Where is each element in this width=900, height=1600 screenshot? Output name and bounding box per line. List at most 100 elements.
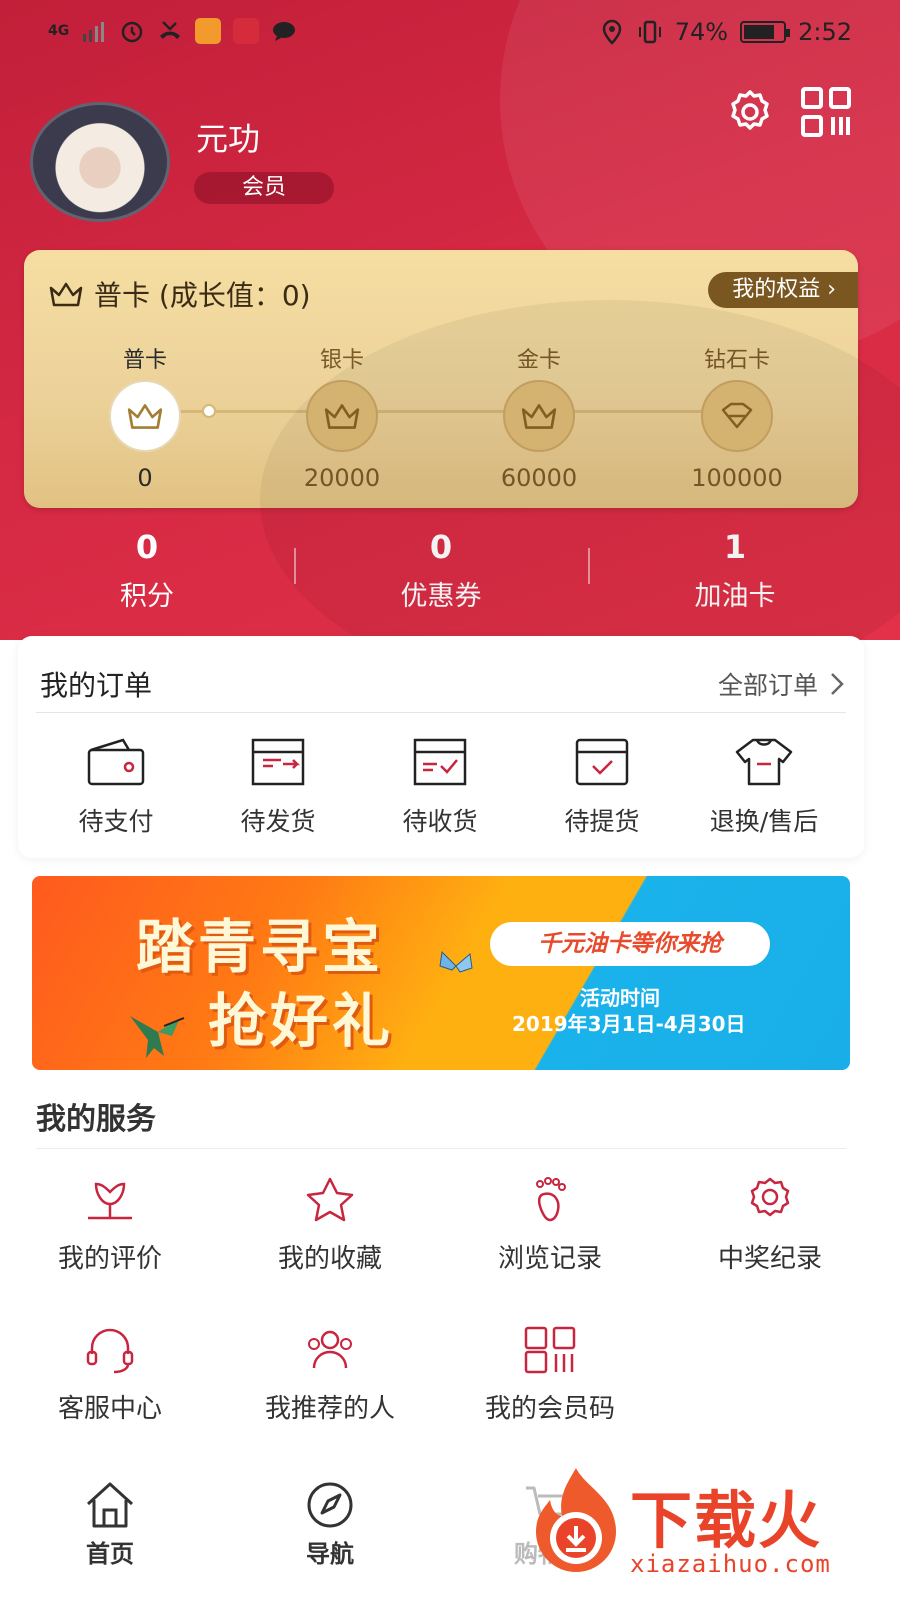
- level-gold: 金卡 60000: [474, 342, 604, 492]
- avatar[interactable]: [30, 102, 170, 222]
- clock-time: 2:52: [798, 18, 852, 46]
- service-member-code[interactable]: 我的会员码: [450, 1326, 650, 1425]
- service-label: 我的收藏: [277, 1244, 382, 1274]
- divider: [36, 1148, 846, 1149]
- banner-subtitle: 活动时间: [580, 986, 660, 1010]
- membership-level-card[interactable]: 普卡 (成长值：0) 我的权益 › 普卡 0 银卡 20000 金卡 60000: [24, 250, 858, 508]
- my-rights-button[interactable]: 我的权益 ›: [708, 272, 858, 308]
- alarm-icon: [121, 21, 143, 43]
- level-threshold: 100000: [691, 464, 783, 492]
- level-diamond: 钻石卡 100000: [672, 342, 802, 492]
- level-threshold: 20000: [303, 464, 381, 492]
- status-bar: 4G 74% 2:52: [0, 0, 900, 64]
- order-after-sales[interactable]: 退换/售后: [684, 736, 844, 838]
- nav-label: 导航: [306, 1540, 354, 1568]
- order-pending-receipt[interactable]: 待收货: [360, 736, 520, 838]
- fuel-card-value: 1: [723, 528, 747, 566]
- flame-logo-icon: [536, 1468, 616, 1572]
- qr-scan-icon[interactable]: [800, 86, 852, 138]
- star-icon: [306, 1177, 354, 1222]
- divider: [36, 712, 846, 713]
- order-pending-pickup[interactable]: 待提货: [522, 736, 682, 838]
- service-my-referrals[interactable]: 我推荐的人: [230, 1326, 430, 1425]
- level-title: 普卡 (成长值：0): [94, 279, 311, 312]
- order-label: 待发货: [240, 807, 316, 836]
- app-notification-icon-2: [233, 18, 260, 44]
- award-icon: [750, 1177, 790, 1217]
- orders-title: 我的订单: [40, 669, 153, 702]
- service-label: 我推荐的人: [264, 1394, 395, 1424]
- stat-divider: [588, 548, 590, 584]
- service-label: 中奖纪录: [717, 1244, 822, 1274]
- service-my-favorites[interactable]: 我的收藏: [230, 1176, 430, 1275]
- ship-box-icon: [251, 738, 305, 786]
- points-value: 0: [135, 528, 159, 566]
- level-name: 普卡: [122, 348, 167, 373]
- diamond-icon: [701, 380, 773, 452]
- level-name: 银卡: [319, 348, 364, 373]
- footprint-icon: [536, 1177, 566, 1222]
- hummingbird-icon: [130, 1016, 185, 1058]
- stat-divider: [294, 548, 296, 584]
- crown-icon: [49, 282, 83, 307]
- watermark: 下载火 xiazaihuo.com: [518, 1452, 900, 1600]
- people-icon: [308, 1330, 352, 1369]
- battery-percent: 74%: [674, 18, 729, 46]
- service-label: 客服中心: [57, 1394, 162, 1424]
- butterfly-icon: [439, 950, 473, 973]
- watermark-url: xiazaihuo.com: [630, 1550, 831, 1578]
- service-my-reviews[interactable]: 我的评价: [10, 1176, 210, 1275]
- all-orders-link[interactable]: 全部订单: [718, 666, 844, 702]
- flower-icon: [88, 1182, 132, 1220]
- crown-icon: [109, 380, 181, 452]
- receive-box-icon: [413, 738, 467, 786]
- level-threshold: 60000: [500, 464, 578, 492]
- service-label: 浏览记录: [497, 1244, 602, 1274]
- nav-navigation[interactable]: 导航: [250, 1480, 410, 1569]
- fuel-card-stat[interactable]: 1 加油卡: [588, 528, 882, 613]
- all-orders-label: 全部订单: [717, 671, 818, 700]
- points-label: 积分: [120, 581, 174, 612]
- banner-pill: 千元油卡等你来抢: [490, 922, 770, 966]
- service-browse-history[interactable]: 浏览记录: [450, 1176, 650, 1275]
- service-customer-center[interactable]: 客服中心: [10, 1326, 210, 1425]
- location-icon: [602, 19, 622, 45]
- order-label: 待提货: [564, 807, 640, 836]
- home-icon: [86, 1482, 134, 1528]
- service-label: 我的会员码: [484, 1394, 615, 1424]
- message-icon: [273, 22, 296, 41]
- profile-header: 4G 74% 2:52 元功 会员 普卡 (成长值：0) 我的权益 › 普卡 0…: [0, 0, 900, 640]
- points-stat[interactable]: 0 积分: [0, 528, 294, 613]
- nav-home[interactable]: 首页: [30, 1480, 190, 1569]
- crown-icon: [503, 380, 575, 452]
- missed-call-icon: [160, 21, 181, 39]
- coupons-value: 0: [429, 528, 453, 566]
- chevron-right-icon: [831, 673, 844, 695]
- level-name: 金卡: [516, 348, 561, 373]
- nav-label: 首页: [86, 1540, 134, 1568]
- level-name: 钻石卡: [703, 348, 770, 373]
- member-badge: 会员: [194, 172, 334, 204]
- headset-icon: [86, 1328, 134, 1374]
- coupons-stat[interactable]: 0 优惠券: [294, 528, 588, 613]
- level-silver: 银卡 20000: [277, 342, 407, 492]
- qr-code-icon: [524, 1326, 576, 1374]
- service-prize-records[interactable]: 中奖纪录: [670, 1176, 870, 1275]
- watermark-text: 下载火: [630, 1484, 823, 1557]
- banner-title-line1: 踏青寻宝: [136, 913, 385, 981]
- banner-date-range: 2019年3月1日-4月30日: [512, 1012, 746, 1036]
- my-orders-card: 我的订单 全部订单 待支付 待发货 待收货 待提货 退换/售后: [18, 636, 864, 858]
- pickup-calendar-icon: [575, 738, 629, 786]
- return-shirt-icon: [735, 738, 793, 786]
- level-ordinary: 普卡 0: [80, 342, 210, 492]
- user-name: 元功: [196, 120, 261, 158]
- crown-icon: [306, 380, 378, 452]
- promo-banner[interactable]: 踏青寻宝 抢好礼 千元油卡等你来抢 活动时间 2019年3月1日-4月30日: [32, 876, 850, 1070]
- gear-icon[interactable]: [724, 86, 776, 138]
- order-pending-payment[interactable]: 待支付: [36, 736, 196, 838]
- order-pending-shipment[interactable]: 待发货: [198, 736, 358, 838]
- banner-title-line2: 抢好礼: [208, 987, 395, 1055]
- app-notification-icon: [195, 18, 222, 44]
- vibrate-icon: [638, 20, 661, 44]
- battery-icon: [740, 21, 791, 43]
